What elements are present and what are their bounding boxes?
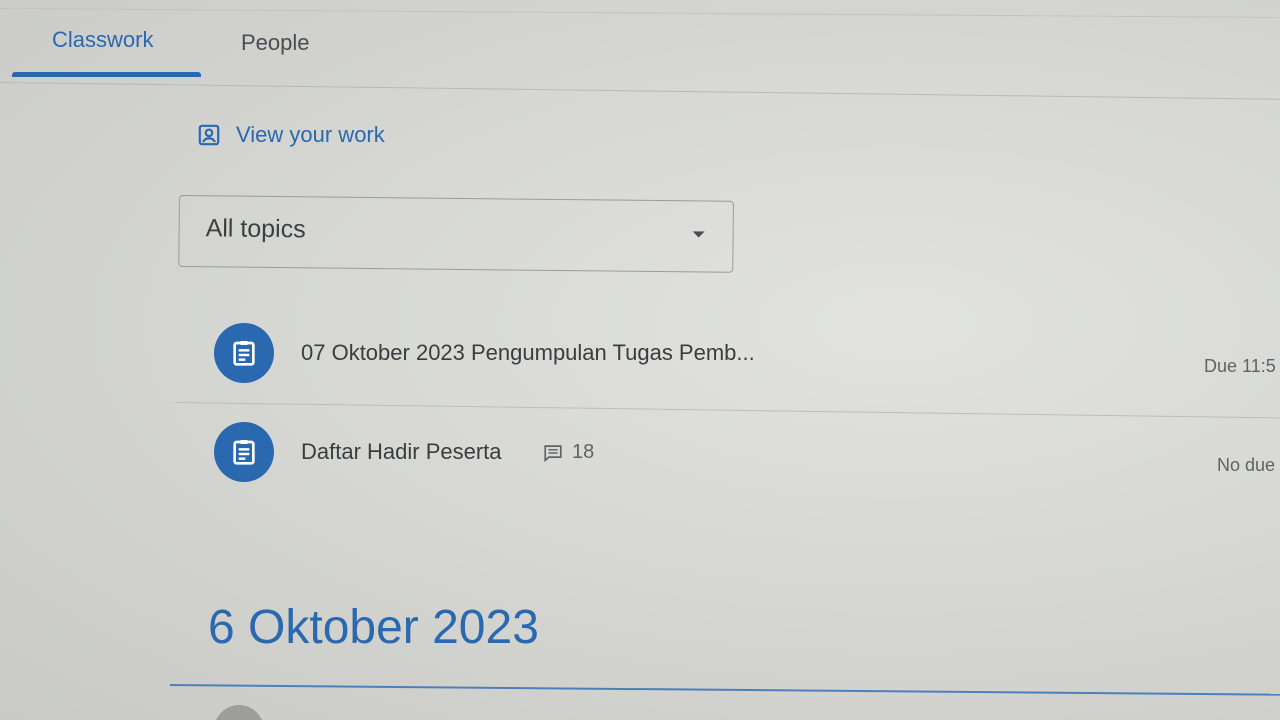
view-your-work-label: View your work [236, 122, 385, 147]
tab-bar: Classwork People [0, 0, 1280, 100]
tabs-divider [0, 82, 1280, 100]
tab-classwork[interactable]: Classwork [52, 27, 153, 53]
assignment-icon [233, 440, 255, 465]
topic-select[interactable]: All topics [178, 195, 734, 273]
assignment-due: Due 11:5 [1204, 356, 1276, 376]
comment-count: 18 [542, 441, 594, 464]
section-title: 6 Oktober 2023 [208, 601, 539, 654]
assignment-due: No due [1217, 455, 1276, 475]
assignment-badge [214, 323, 274, 383]
row-divider [174, 402, 1280, 419]
active-tab-indicator [12, 72, 201, 77]
topic-select-value: All topics [205, 214, 306, 244]
assignment-title: Daftar Hadir Peserta [301, 439, 502, 464]
section-divider [169, 684, 1280, 696]
assignment-row[interactable]: 07 Oktober 2023 Pengumpulan Tugas Pemb..… [214, 323, 1280, 385]
dropdown-arrow-icon [692, 231, 705, 238]
view-your-work-link[interactable]: View your work [196, 122, 385, 148]
comment-count-value: 18 [572, 441, 595, 463]
tab-people[interactable]: People [241, 30, 310, 56]
assignment-row[interactable]: Daftar Hadir Peserta 18 No due [214, 422, 1280, 484]
assignment-title: 07 Oktober 2023 Pengumpulan Tugas Pemb..… [301, 340, 755, 365]
assignment-badge [214, 422, 274, 482]
assignment-ind-icon [198, 124, 220, 146]
assignment-icon [233, 341, 255, 366]
assignment-badge[interactable] [214, 705, 264, 720]
comment-icon [544, 444, 562, 462]
